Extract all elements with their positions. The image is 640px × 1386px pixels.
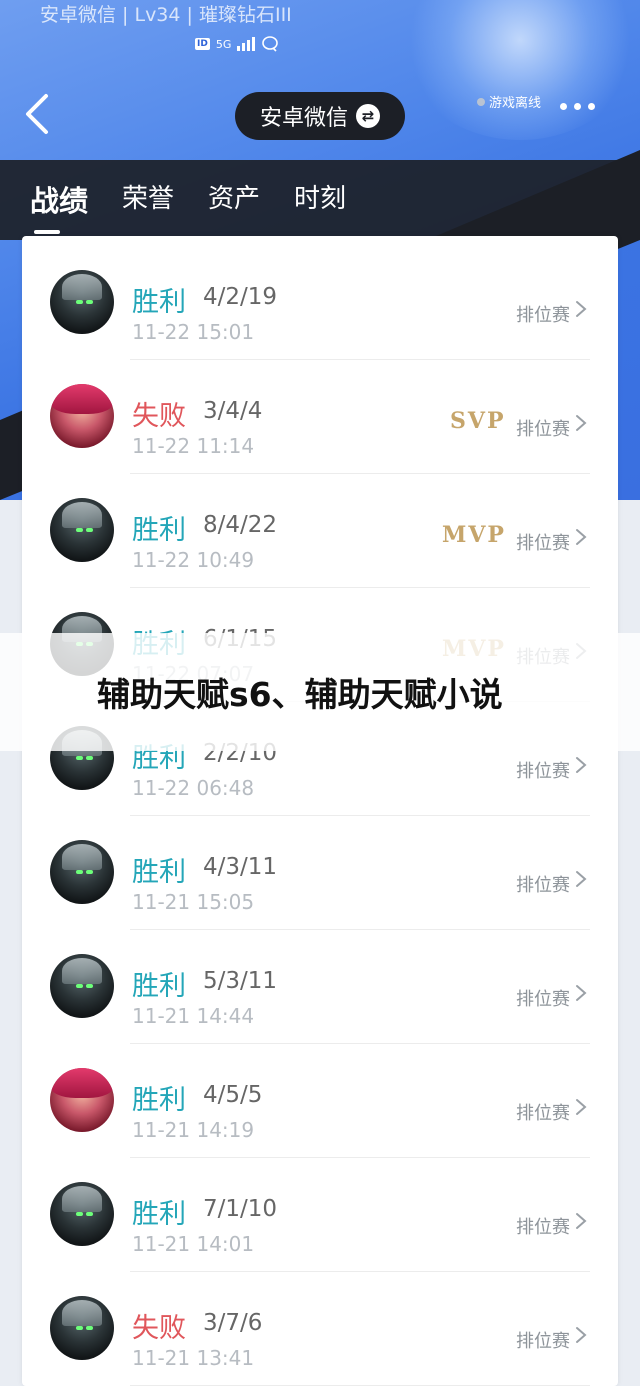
match-time: 11-21 14:19 <box>132 1118 255 1142</box>
match-medal-badge: MVP <box>442 522 506 548</box>
match-time: 11-21 14:44 <box>132 1004 255 1028</box>
match-result: 胜利 <box>132 1085 186 1116</box>
back-button[interactable] <box>22 92 62 140</box>
match-kda: 5/3/11 <box>203 968 278 994</box>
more-dot-icon <box>588 103 595 110</box>
match-time: 11-22 10:49 <box>132 548 255 572</box>
match-result: 胜利 <box>132 287 186 318</box>
match-result: 胜利 <box>132 857 186 888</box>
status-dot-icon <box>477 97 485 106</box>
hero-avatar <box>50 954 114 1018</box>
game-status-label: 游戏离线 <box>489 96 542 111</box>
hero-avatar <box>50 1068 114 1132</box>
hero-avatar <box>50 498 114 562</box>
match-time: 11-21 13:41 <box>132 1346 255 1370</box>
match-row[interactable]: 失败 3/7/6 11-21 13:41 排位赛 <box>22 1272 618 1386</box>
chevron-right-icon <box>576 415 587 431</box>
match-mode: 排位赛 <box>516 761 570 782</box>
chevron-right-icon <box>576 871 587 887</box>
match-time: 11-22 15:01 <box>132 320 255 344</box>
more-dot-icon <box>574 103 581 110</box>
match-kda: 4/5/5 <box>203 1082 263 1108</box>
tab-honors[interactable]: 荣誉 <box>122 178 174 220</box>
match-mode: 排位赛 <box>516 1103 570 1124</box>
match-row[interactable]: 胜利 8/4/22 11-22 10:49 MVP 排位赛 <box>22 474 618 588</box>
match-time: 11-22 11:14 <box>132 434 255 458</box>
hero-avatar <box>50 1182 114 1246</box>
match-kda: 3/7/6 <box>203 1310 263 1336</box>
chevron-right-icon <box>576 757 587 773</box>
match-time: 11-22 06:48 <box>132 776 255 800</box>
chevron-right-icon <box>576 529 587 545</box>
match-mode: 排位赛 <box>516 419 570 440</box>
tab-assets[interactable]: 资产 <box>208 178 260 220</box>
signal-icon <box>237 37 256 51</box>
tab-moments[interactable]: 时刻 <box>294 178 346 220</box>
match-row[interactable]: 胜利 4/5/5 11-21 14:19 排位赛 <box>22 1044 618 1158</box>
hero-avatar <box>50 270 114 334</box>
chevron-left-icon <box>26 94 48 134</box>
chevron-right-icon <box>576 1327 587 1343</box>
match-kda: 3/4/4 <box>203 398 263 424</box>
network-5g-label: 5G <box>215 37 232 51</box>
match-row[interactable]: 胜利 4/3/11 11-21 15:05 排位赛 <box>22 816 618 930</box>
match-mode: 排位赛 <box>516 533 570 554</box>
profile-tabs: 战绩 荣誉 资产 时刻 <box>30 178 346 234</box>
tab-records[interactable]: 战绩 <box>30 178 88 234</box>
chevron-right-icon <box>576 985 587 1001</box>
match-row[interactable]: 失败 3/4/4 11-22 11:14 SVP 排位赛 <box>22 360 618 474</box>
chevron-right-icon <box>576 1213 587 1229</box>
match-kda: 4/2/19 <box>203 284 278 310</box>
match-mode: 排位赛 <box>516 989 570 1010</box>
chevron-right-icon <box>576 1099 587 1115</box>
account-switch-button[interactable]: 安卓微信 ⇄ <box>235 92 405 140</box>
match-result: 胜利 <box>132 971 186 1002</box>
match-time: 11-21 15:05 <box>132 890 255 914</box>
match-result: 胜利 <box>132 515 186 546</box>
id-badge-icon: ID <box>195 38 210 50</box>
match-kda: 8/4/22 <box>203 512 278 538</box>
chat-icon <box>262 36 279 52</box>
match-result: 失败 <box>132 401 186 432</box>
match-row[interactable]: 胜利 4/2/19 11-22 15:01 排位赛 <box>22 246 618 360</box>
match-mode: 排位赛 <box>516 305 570 326</box>
article-title: 辅助天赋s6、辅助天赋小说 <box>97 675 503 714</box>
match-time: 11-21 14:01 <box>132 1232 255 1256</box>
match-kda: 7/1/10 <box>203 1196 278 1222</box>
status-icons: ID 5G <box>195 36 279 52</box>
match-mode: 排位赛 <box>516 1331 570 1352</box>
chevron-right-icon <box>576 301 587 317</box>
match-result: 失败 <box>132 1313 186 1344</box>
match-kda: 4/3/11 <box>203 854 278 880</box>
match-history-list: 胜利 4/2/19 11-22 15:01 排位赛 失败 3/4/4 11-22 11:14… <box>22 236 618 1386</box>
hero-avatar <box>50 840 114 904</box>
match-mode: 排位赛 <box>516 875 570 896</box>
match-mode: 排位赛 <box>516 1217 570 1238</box>
more-dot-icon <box>560 103 567 110</box>
account-info-text: 安卓微信 | Lv34 | 璀璨钻石III <box>40 4 292 26</box>
hero-avatar <box>50 1296 114 1360</box>
more-options-button[interactable] <box>560 103 595 110</box>
hero-avatar <box>50 384 114 448</box>
match-medal-badge: SVP <box>450 408 506 434</box>
swap-icon: ⇄ <box>356 104 380 128</box>
account-switch-label: 安卓微信 <box>259 106 348 131</box>
match-row[interactable]: 胜利 5/3/11 11-21 14:44 排位赛 <box>22 930 618 1044</box>
game-status-badge: 游戏离线 <box>477 92 541 111</box>
match-row[interactable]: 胜利 7/1/10 11-21 14:01 排位赛 <box>22 1158 618 1272</box>
match-result: 胜利 <box>132 1199 186 1230</box>
